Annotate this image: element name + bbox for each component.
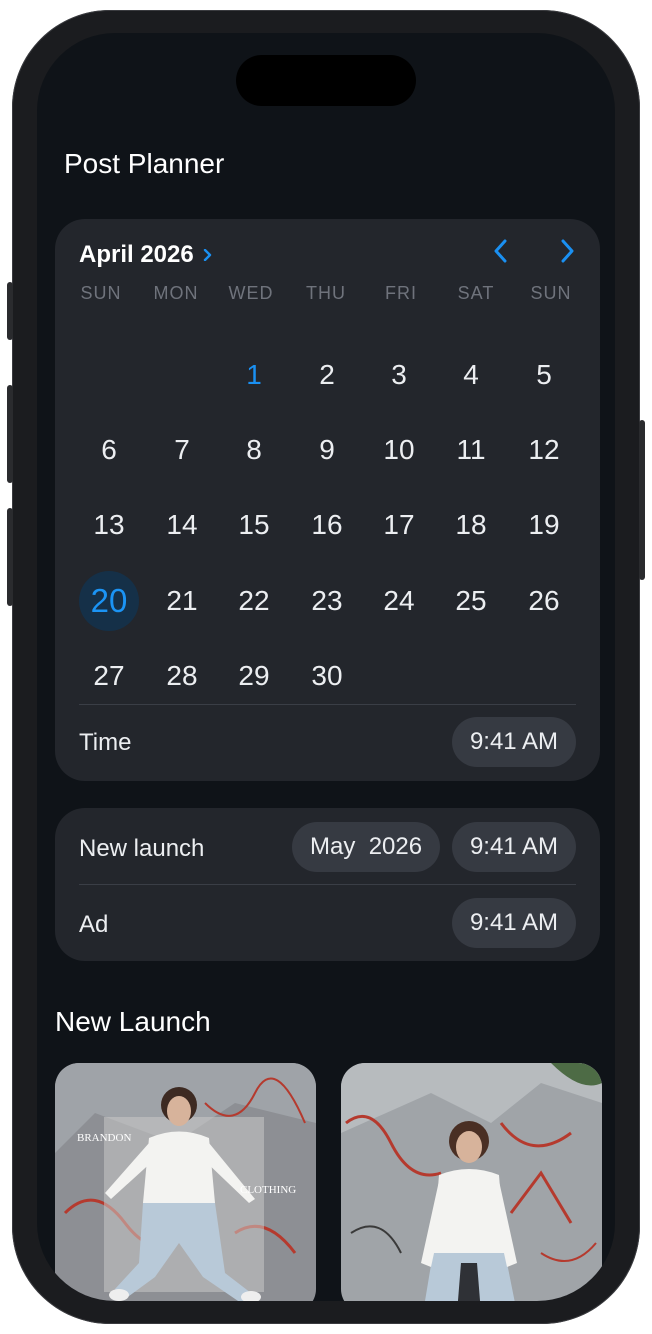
calendar-card: April 2026 SUN MON WED THU FRI SAT SUN 1… — [55, 219, 600, 781]
calendar-day[interactable]: 12 — [514, 420, 574, 480]
schedule-item-label: Ad — [79, 911, 109, 938]
next-month-button[interactable] — [549, 233, 585, 269]
weekday-label: SAT — [457, 283, 495, 303]
calendar-day[interactable]: 19 — [514, 495, 574, 555]
calendar-day[interactable]: 3 — [369, 345, 429, 405]
photo-tile[interactable] — [341, 1063, 602, 1301]
calendar-day[interactable]: 27 — [79, 646, 139, 706]
calendar-day-selected[interactable]: 20 — [79, 571, 139, 631]
volume-down-button — [7, 508, 13, 606]
chevron-left-icon — [494, 239, 507, 263]
calendar-day[interactable]: 21 — [152, 571, 212, 631]
calendar-day[interactable]: 29 — [224, 646, 284, 706]
weekday-label: SUN — [530, 283, 572, 303]
calendar-day[interactable]: 5 — [514, 345, 574, 405]
calendar-day[interactable]: 7 — [152, 420, 212, 480]
previous-month-button[interactable] — [483, 233, 519, 269]
photo-tile[interactable]: BRANDON CLOTHING — [55, 1063, 316, 1301]
calendar-day[interactable]: 15 — [224, 495, 284, 555]
calendar-day[interactable]: 24 — [369, 571, 429, 631]
weekday-label: WED — [228, 283, 274, 303]
calendar-day[interactable]: 10 — [369, 420, 429, 480]
tile-text-clothing: CLOTHING — [240, 1184, 296, 1196]
volume-up-button — [7, 385, 13, 483]
divider — [79, 704, 576, 705]
weekday-label: SUN — [80, 283, 122, 303]
time-picker[interactable]: 9:41 AM — [451, 822, 576, 872]
weekday-label: MON — [153, 283, 199, 303]
calendar-day[interactable]: 26 — [514, 571, 574, 631]
calendar-day[interactable]: 13 — [79, 495, 139, 555]
action-button — [7, 282, 13, 340]
calendar-day[interactable]: 8 — [224, 420, 284, 480]
tile-text-brandon: BRANDON — [77, 1132, 131, 1144]
time-picker[interactable]: 9:41 AM — [451, 898, 576, 948]
section-title: New Launch — [55, 1006, 211, 1037]
calendar-day[interactable]: 30 — [297, 646, 357, 706]
calendar-day[interactable]: 2 — [297, 345, 357, 405]
chevron-right-icon — [561, 239, 574, 263]
calendar-day[interactable]: 22 — [224, 571, 284, 631]
calendar-day[interactable]: 23 — [297, 571, 357, 631]
date-month: May — [310, 833, 356, 860]
calendar-day[interactable]: 16 — [297, 495, 357, 555]
calendar-day[interactable]: 17 — [369, 495, 429, 555]
schedule-item-label: New launch — [79, 835, 205, 862]
dynamic-island — [236, 55, 416, 106]
month-label: April 2026 — [79, 241, 194, 268]
calendar-day[interactable]: 14 — [152, 495, 212, 555]
time-label: Time — [79, 729, 132, 756]
divider — [79, 884, 576, 885]
calendar-day[interactable]: 6 — [79, 420, 139, 480]
calendar-day[interactable]: 4 — [441, 345, 501, 405]
calendar-day[interactable]: 28 — [152, 646, 212, 706]
month-selector[interactable]: April 2026 — [79, 241, 214, 269]
power-button — [639, 420, 645, 580]
graffiti-photo — [341, 1063, 602, 1301]
date-picker[interactable]: May 2026 — [292, 822, 441, 872]
schedule-list: New launch May 2026 9:41 AM Ad 9:41 AM — [55, 808, 600, 961]
calendar-day[interactable]: 9 — [297, 420, 357, 480]
time-picker[interactable]: 9:41 AM — [451, 717, 576, 767]
calendar-day[interactable]: 18 — [441, 495, 501, 555]
weekday-label: THU — [306, 283, 346, 303]
weekday-label: FRI — [385, 283, 417, 303]
calendar-day[interactable]: 11 — [441, 420, 501, 480]
app-screen: Post Planner April 2026 SUN MON WED THU … — [37, 33, 615, 1301]
calendar-day[interactable]: 1 — [224, 345, 284, 405]
chevron-right-icon — [203, 249, 211, 261]
page-title: Post Planner — [64, 148, 225, 179]
date-year: 2026 — [368, 833, 423, 860]
calendar-day[interactable]: 25 — [441, 571, 501, 631]
clothing-photo: BRANDON CLOTHING — [55, 1063, 316, 1301]
